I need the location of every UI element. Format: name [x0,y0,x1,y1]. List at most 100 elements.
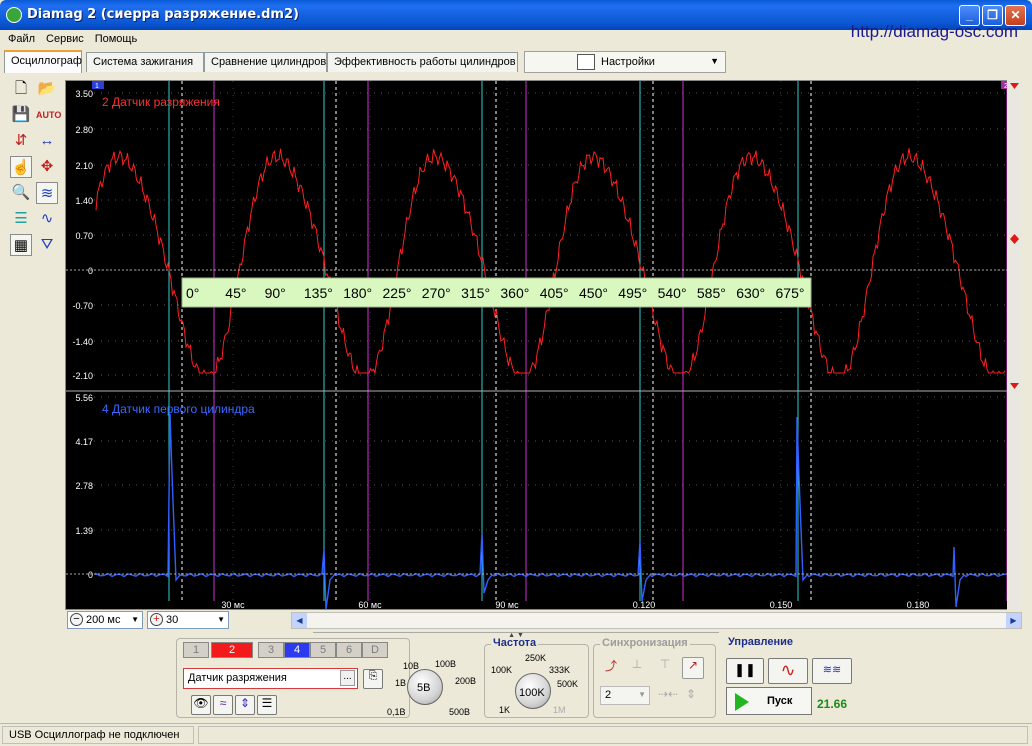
oscilloscope-display[interactable]: 3.50 2.80 2.10 1.40 0.70 0 -0.70 -1.40 -2.10 5.5… [65,80,1022,610]
sync-left-right-icon[interactable]: ⇢⇠ [658,687,678,701]
channel-3-button[interactable]: 3 [258,642,284,658]
top-y-tick: 0 [88,266,93,276]
degree-label: 270° [422,285,451,301]
scroll-left-icon[interactable]: ◀ [292,613,307,628]
status-text: USB Осциллограф не подключен [2,726,194,744]
sine-mode-button[interactable]: ∿ [768,658,808,684]
play-icon [735,693,749,711]
cursor-measure-icon[interactable]: ⇵ [10,130,32,152]
channel-4-button[interactable]: 4 [284,642,310,658]
freq-label-100k: 100K [491,665,513,675]
run-button[interactable]: Пуск [726,687,812,715]
table-icon[interactable]: ▦ [10,234,32,256]
degree-label: 360° [500,285,529,301]
sync-channel-select[interactable]: 2 ▼ [600,686,650,705]
waveform-icon[interactable]: ≈ [213,695,233,715]
eye-icon[interactable]: 👁 [191,695,211,715]
frequency-value: 100K [519,687,545,699]
sync-title: Синхронизация [600,637,690,649]
tab-ignition[interactable]: Система зажигания [86,52,204,72]
top-y-tick: 0.70 [75,231,93,241]
menu-service[interactable]: Сервис [38,30,87,45]
marker-1-label: 1 [95,83,99,90]
sensor-browse-button[interactable]: ... [340,670,355,686]
offset-up-icon[interactable] [1010,83,1019,89]
degree-label: 225° [383,285,412,301]
voltage-label-1v: 1В [395,678,407,688]
multi-signal-icon[interactable]: ∿ [36,208,58,230]
freq-label-1k: 1K [499,705,511,715]
channel4-label: 4 Датчик первого цилиндра [102,402,255,416]
chevron-down-icon: ▼ [131,615,139,624]
menu-file[interactable]: Файл [0,30,38,45]
bottom-y-tick: 5.56 [75,393,93,403]
degree-label: 180° [343,285,372,301]
layers-icon[interactable]: ☰ [10,208,32,230]
sync-cursor-icon[interactable]: ↗ [682,657,704,679]
multi-wave-button[interactable]: ≋≋ [812,658,852,684]
open-folder-icon[interactable]: 📂 [36,78,58,100]
sensor-field[interactable]: Датчик разряжения ... [183,668,358,689]
zoom-select[interactable]: + 30 ▼ [147,611,229,629]
horizontal-measure-icon[interactable]: ↔ [36,130,58,152]
bottom-y-tick: 1.39 [75,526,93,536]
voltage-label-100v: 100В [435,659,457,669]
tab-oscilloscope[interactable]: Осциллограф [4,50,82,73]
zoom-in-icon[interactable]: + [150,613,163,626]
channel-5-button[interactable]: 5 [310,642,336,658]
degree-label: 495° [618,285,647,301]
x-tick: 0.120 [633,600,656,610]
freq-label-1m: 1M [553,705,566,715]
scroll-right-icon[interactable]: ▶ [1006,613,1021,628]
sync-vertical-icon[interactable]: ⇕ [686,687,696,701]
vertical-scale-icon[interactable]: ✥ [36,156,58,178]
timebase-value: 200 [86,614,105,626]
invert-icon[interactable]: ⇕ [235,695,255,715]
horizontal-scrollbar[interactable]: ◀ ▶ [291,612,1022,629]
channel-2-button[interactable]: 2 [211,642,253,658]
voltage-label-200v: 200В [455,676,477,686]
sync-up-icon[interactable]: ⊥ [626,657,648,679]
sensor-name: Датчик разряжения [188,672,287,684]
save-icon[interactable]: 💾 [10,104,32,126]
channel-1-button[interactable]: 1 [183,642,209,658]
channel-d-button[interactable]: D [362,642,388,658]
channel-6-button[interactable]: 6 [336,642,362,658]
probe-icon[interactable]: ⎘ [363,669,383,689]
signal-compare-icon[interactable]: ≋ [36,182,58,204]
auto-icon[interactable]: AUTO [36,104,61,126]
timebase-select[interactable]: − 200 мс ▼ [67,611,143,629]
offset-marker-icon[interactable] [1010,234,1019,244]
pause-button[interactable]: ❚❚ [726,658,764,684]
settings-dropdown[interactable]: Настройки ▼ [524,51,726,73]
bottom-y-tick: 0 [88,570,93,580]
chevron-down-icon: ▼ [638,690,646,699]
sync-down-icon[interactable]: ⊤ [654,657,676,679]
timebase-unit: мс [107,614,121,626]
hand-icon[interactable]: ☝ [10,156,32,178]
sync-channel-value: 2 [605,689,612,701]
filter-icon[interactable]: ⛛ [36,234,58,256]
channel-group: 1 2 3 4 5 6 D Датчик разряжения ... ⎘ 👁 … [176,638,476,718]
lines-icon[interactable]: ☰ [257,695,277,715]
app-logo-icon [6,7,22,23]
top-y-tick: -0.70 [72,301,93,311]
top-y-tick: -1.40 [72,337,93,347]
control-title: Управление [726,636,796,648]
top-y-tick: -2.10 [72,371,93,381]
degree-label: 630° [736,285,765,301]
settings-label: Настройки [601,56,655,68]
zoom-out-icon[interactable]: − [70,613,83,626]
sync-rising-icon[interactable]: ⤴ [600,657,622,679]
timebase-bar: − 200 мс ▼ + 30 ▼ ◀ ▶ [65,611,1022,630]
top-y-tick: 3.50 [75,89,93,99]
new-file-icon[interactable]: 🗋 [10,78,32,100]
offset-down-icon[interactable] [1010,383,1019,389]
degree-label: 540° [658,285,687,301]
menu-help[interactable]: Помощь [87,30,141,45]
vacuum-sensor-trace [95,148,1006,375]
degree-label: 135° [304,285,333,301]
tab-cylinder-compare[interactable]: Сравнение цилиндров [204,52,327,72]
zoom-icon[interactable]: 🔍 [10,182,32,204]
tab-cylinder-efficiency[interactable]: Эффективность работы цилиндров [327,52,518,72]
